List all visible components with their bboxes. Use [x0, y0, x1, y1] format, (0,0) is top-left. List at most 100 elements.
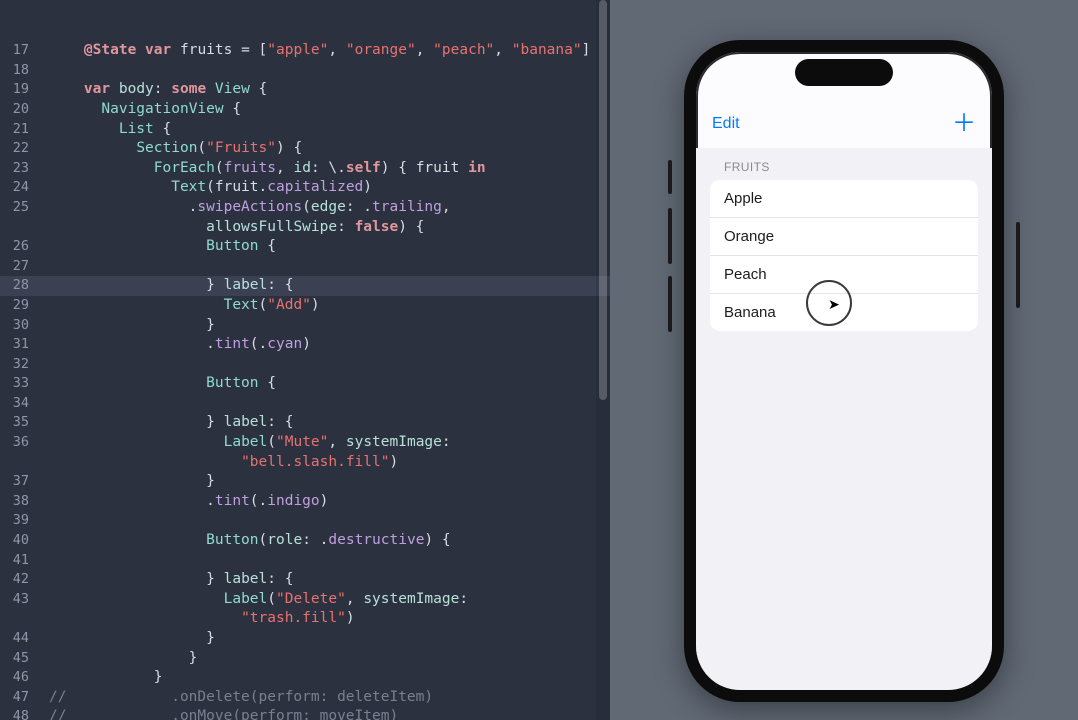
code-content[interactable]: "trash.fill")	[41, 609, 610, 629]
code-line[interactable]: 37 }	[0, 472, 610, 492]
code-line[interactable]: 22 Section("Fruits") {	[0, 139, 610, 159]
code-content[interactable]: allowsFullSwipe: false) {	[41, 218, 610, 238]
code-line[interactable]: 30 }	[0, 316, 610, 336]
code-content[interactable]: var body: some View {	[41, 80, 610, 100]
code-content[interactable]: }	[41, 472, 610, 492]
line-number: 27	[0, 257, 37, 277]
code-line[interactable]: 21 List {	[0, 120, 610, 140]
edit-button[interactable]: Edit	[712, 115, 740, 133]
line-number: 35	[0, 413, 37, 433]
code-line[interactable]: 28 } label: {	[0, 276, 610, 296]
code-line[interactable]: 33 Button {	[0, 374, 610, 394]
code-line[interactable]: 26 Button {	[0, 237, 610, 257]
code-line[interactable]: 42 } label: {	[0, 570, 610, 590]
code-line[interactable]: 27	[0, 257, 610, 277]
code-content[interactable]: Text("Add")	[41, 296, 610, 316]
code-content[interactable]: }	[41, 629, 610, 649]
phone-side-button	[1016, 222, 1020, 308]
code-line[interactable]: 47// .onDelete(perform: deleteItem)	[0, 688, 610, 708]
code-content[interactable]: } label: {	[41, 276, 610, 296]
code-content[interactable]: Label("Delete", systemImage:	[41, 590, 610, 610]
code-line[interactable]: "trash.fill")	[0, 609, 610, 629]
code-line[interactable]: 41	[0, 551, 610, 571]
code-content[interactable]: List {	[41, 120, 610, 140]
code-content[interactable]	[41, 61, 610, 81]
code-line[interactable]: 36 Label("Mute", systemImage:	[0, 433, 610, 453]
code-content[interactable]: @State var fruits = ["apple", "orange", …	[41, 41, 610, 61]
line-number: 37	[0, 472, 37, 492]
add-button[interactable]: ＋	[952, 112, 976, 136]
code-line[interactable]: 43 Label("Delete", systemImage:	[0, 590, 610, 610]
code-line[interactable]: 48 // .onMove(perform: moveItem)	[0, 707, 610, 720]
code-line[interactable]: 32	[0, 355, 610, 375]
code-content[interactable]	[41, 551, 610, 571]
code-line[interactable]: 46 }	[0, 668, 610, 688]
code-content[interactable]: .swipeActions(edge: .trailing,	[41, 198, 610, 218]
code-content[interactable]: }	[41, 316, 610, 336]
line-number: 17	[0, 41, 37, 61]
code-content[interactable]: ForEach(fruits, id: \.self) { fruit in	[41, 159, 610, 179]
line-number: 32	[0, 355, 37, 375]
line-number: 18	[0, 61, 37, 81]
dynamic-island	[795, 59, 893, 86]
code-content[interactable]: } label: {	[41, 570, 610, 590]
line-number: 28	[0, 276, 37, 296]
list-item[interactable]: Orange	[710, 218, 978, 256]
code-content[interactable]: // .onMove(perform: moveItem)	[41, 707, 610, 720]
code-content[interactable]: Button(role: .destructive) {	[41, 531, 610, 551]
line-number: 34	[0, 394, 37, 414]
code-content[interactable]	[41, 394, 610, 414]
code-content[interactable]: Text(fruit.capitalized)	[41, 178, 610, 198]
code-editor[interactable]: 17 @State var fruits = ["apple", "orange…	[0, 0, 610, 720]
code-content[interactable]: "bell.slash.fill")	[41, 453, 610, 473]
line-number: 21	[0, 120, 37, 140]
code-content[interactable]: Label("Mute", systemImage:	[41, 433, 610, 453]
code-line[interactable]: 39	[0, 511, 610, 531]
code-line[interactable]: 20 NavigationView {	[0, 100, 610, 120]
code-line[interactable]: 34	[0, 394, 610, 414]
code-line[interactable]: allowsFullSwipe: false) {	[0, 218, 610, 238]
code-content[interactable]: // .onDelete(perform: deleteItem)	[41, 688, 610, 708]
code-line[interactable]: 44 }	[0, 629, 610, 649]
code-line[interactable]: 25 .swipeActions(edge: .trailing,	[0, 198, 610, 218]
code-line[interactable]: 24 Text(fruit.capitalized)	[0, 178, 610, 198]
code-line[interactable]: 35 } label: {	[0, 413, 610, 433]
code-line[interactable]: 23 ForEach(fruits, id: \.self) { fruit i…	[0, 159, 610, 179]
code-line[interactable]: 31 .tint(.cyan)	[0, 335, 610, 355]
code-content[interactable]: Button {	[41, 374, 610, 394]
code-content[interactable]	[41, 257, 610, 277]
code-content[interactable]: Button {	[41, 237, 610, 257]
list-item[interactable]: Banana	[710, 294, 978, 331]
line-number: 33	[0, 374, 37, 394]
code-content[interactable]: } label: {	[41, 413, 610, 433]
list-item[interactable]: Apple	[710, 180, 978, 218]
line-number	[0, 218, 37, 238]
code-line[interactable]: 45 }	[0, 649, 610, 669]
list-item[interactable]: Peach	[710, 256, 978, 294]
code-content[interactable]: }	[41, 668, 610, 688]
code-line[interactable]: 18	[0, 61, 610, 81]
code-line[interactable]: 17 @State var fruits = ["apple", "orange…	[0, 41, 610, 61]
code-content[interactable]: Section("Fruits") {	[41, 139, 610, 159]
code-line[interactable]: "bell.slash.fill")	[0, 453, 610, 473]
code-content[interactable]: NavigationView {	[41, 100, 610, 120]
line-number: 31	[0, 335, 37, 355]
line-number: 41	[0, 551, 37, 571]
line-number: 29	[0, 296, 37, 316]
code-content[interactable]: .tint(.cyan)	[41, 335, 610, 355]
code-content[interactable]: }	[41, 649, 610, 669]
code-content[interactable]	[41, 355, 610, 375]
ios-list-view[interactable]: FRUITS AppleOrangePeachBanana	[696, 148, 992, 690]
code-line[interactable]: 29 Text("Add")	[0, 296, 610, 316]
line-number: 42	[0, 570, 37, 590]
line-number	[0, 609, 37, 629]
code-line[interactable]: 19 var body: some View {	[0, 80, 610, 100]
line-number: 48	[0, 707, 37, 720]
code-content[interactable]	[41, 511, 610, 531]
iphone-simulator: Edit ＋ FRUITS AppleOrangePeachBanana ➤	[684, 40, 1004, 702]
editor-scrollbar-thumb[interactable]	[599, 0, 607, 400]
code-line[interactable]: 38 .tint(.indigo)	[0, 492, 610, 512]
editor-scrollbar[interactable]	[596, 0, 610, 720]
code-line[interactable]: 40 Button(role: .destructive) {	[0, 531, 610, 551]
code-content[interactable]: .tint(.indigo)	[41, 492, 610, 512]
